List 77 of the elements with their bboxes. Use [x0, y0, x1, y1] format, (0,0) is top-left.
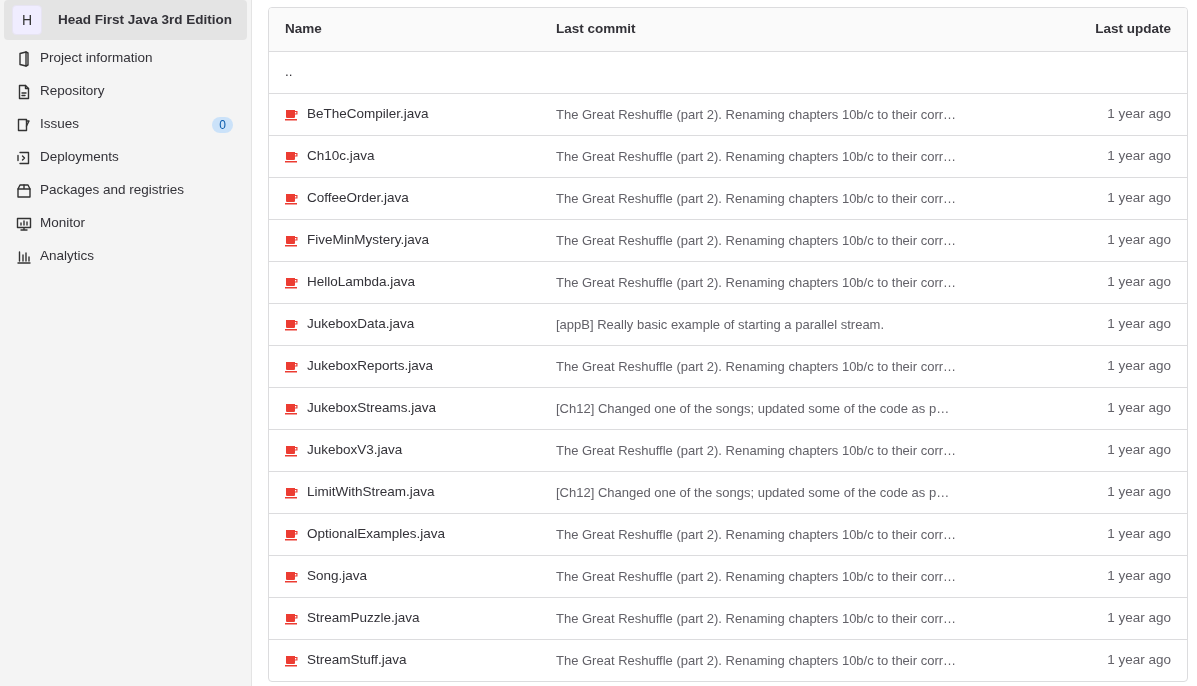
- commit-message-link[interactable]: The Great Reshuffle (part 2). Renaming chapters 10b/c to their corr…: [556, 188, 1021, 209]
- commit-message-link[interactable]: The Great Reshuffle (part 2). Renaming chapters 10b/c to their corr…: [556, 356, 1021, 377]
- coffee-cup-icon: [285, 444, 299, 457]
- file-link[interactable]: JukeboxReports.java: [307, 356, 434, 377]
- file-link[interactable]: StreamPuzzle.java: [307, 608, 420, 629]
- sidebar-link[interactable]: Analytics: [40, 246, 95, 267]
- update-time: 1 year ago: [1106, 315, 1171, 334]
- update-time: 1 year ago: [1106, 399, 1171, 418]
- package-icon: [16, 182, 32, 199]
- coffee-cup-icon: [285, 360, 299, 373]
- sidebar-link[interactable]: Deployments: [40, 147, 119, 168]
- shield-icon: [16, 50, 32, 67]
- commit-message-link[interactable]: [appB] Really basic example of starting a parallel stream.: [556, 314, 1021, 335]
- coffee-cup-icon: [285, 570, 299, 583]
- coffee-cup-icon: [285, 192, 299, 205]
- commit-message-link[interactable]: [Ch12] Changed one of the songs; updated some of the code as p…: [556, 482, 1021, 503]
- parent-directory-link[interactable]: ..: [285, 62, 293, 83]
- coffee-cup-icon: [285, 654, 299, 667]
- sidebar-link[interactable]: Project information: [40, 48, 153, 69]
- coffee-cup-icon: [285, 402, 299, 415]
- sidebar-link[interactable]: Packages and registries: [40, 180, 185, 201]
- commit-message-link[interactable]: The Great Reshuffle (part 2). Renaming chapters 10b/c to their corr…: [556, 146, 1021, 167]
- update-time: 1 year ago: [1106, 147, 1171, 166]
- monitor-icon: [16, 215, 32, 232]
- file-link[interactable]: FiveMinMystery.java: [307, 230, 430, 251]
- commit-message-link[interactable]: The Great Reshuffle (part 2). Renaming chapters 10b/c to their corr…: [556, 104, 1021, 125]
- coffee-cup-icon: [285, 318, 299, 331]
- update-time: 1 year ago: [1106, 357, 1171, 376]
- project-link[interactable]: H Head First Java 3rd Edition: [4, 0, 247, 40]
- coffee-cup-icon: [285, 234, 299, 247]
- chart-icon: [16, 248, 32, 265]
- file-link[interactable]: JukeboxStreams.java: [307, 398, 437, 419]
- column-header: Name: [285, 20, 323, 39]
- file-link[interactable]: CoffeeOrder.java: [307, 188, 409, 209]
- update-time: 1 year ago: [1106, 609, 1171, 628]
- coffee-cup-icon: [285, 528, 299, 541]
- file-link[interactable]: LimitWithStream.java: [307, 482, 435, 503]
- commit-message-link[interactable]: The Great Reshuffle (part 2). Renaming chapters 10b/c to their corr…: [556, 272, 1021, 293]
- file-link[interactable]: HelloLambda.java: [307, 272, 416, 293]
- file-link[interactable]: BeTheCompiler.java: [307, 104, 429, 125]
- sidebar-link[interactable]: Issues: [40, 114, 80, 135]
- commit-message-link[interactable]: The Great Reshuffle (part 2). Renaming chapters 10b/c to their corr…: [556, 230, 1021, 251]
- column-header: Last update: [1094, 20, 1171, 39]
- document-icon: [16, 83, 32, 100]
- update-time: 1 year ago: [1106, 441, 1171, 460]
- project-avatar: H: [12, 5, 42, 35]
- count-badge: 0: [212, 116, 233, 133]
- update-time: 1 year ago: [1106, 189, 1171, 208]
- commit-message-link[interactable]: The Great Reshuffle (part 2). Renaming chapters 10b/c to their corr…: [556, 566, 1021, 587]
- commit-message-link[interactable]: The Great Reshuffle (part 2). Renaming chapters 10b/c to their corr…: [556, 650, 1021, 671]
- file-link[interactable]: JukeboxV3.java: [307, 440, 403, 461]
- update-time: 1 year ago: [1106, 651, 1171, 670]
- coffee-cup-icon: [285, 108, 299, 121]
- file-link[interactable]: Ch10c.java: [307, 146, 375, 167]
- file-link[interactable]: StreamStuff.java: [307, 650, 407, 671]
- coffee-cup-icon: [285, 612, 299, 625]
- update-time: 1 year ago: [1106, 567, 1171, 586]
- commit-message-link[interactable]: [Ch12] Changed one of the songs; updated some of the code as p…: [556, 398, 1021, 419]
- commit-message-link[interactable]: The Great Reshuffle (part 2). Renaming chapters 10b/c to their corr…: [556, 524, 1021, 545]
- update-time: 1 year ago: [1106, 273, 1171, 292]
- sidebar-link[interactable]: Monitor: [40, 213, 85, 234]
- coffee-cup-icon: [285, 150, 299, 163]
- update-time: 1 year ago: [1106, 105, 1171, 124]
- file-link[interactable]: JukeboxData.java: [307, 314, 415, 335]
- update-time: 1 year ago: [1106, 525, 1171, 544]
- file-link[interactable]: Song.java: [307, 566, 368, 587]
- coffee-cup-icon: [285, 486, 299, 499]
- sidebar-link[interactable]: Repository: [40, 81, 105, 102]
- coffee-cup-icon: [285, 276, 299, 289]
- file-link[interactable]: OptionalExamples.java: [307, 524, 446, 545]
- commit-message-link[interactable]: The Great Reshuffle (part 2). Renaming chapters 10b/c to their corr…: [556, 608, 1021, 629]
- update-time: 1 year ago: [1106, 483, 1171, 502]
- deployment-icon: [16, 149, 32, 166]
- commit-message-link[interactable]: The Great Reshuffle (part 2). Renaming chapters 10b/c to their corr…: [556, 440, 1021, 461]
- column-header: Last commit: [556, 20, 637, 39]
- issue-icon: [16, 116, 32, 133]
- update-time: 1 year ago: [1106, 231, 1171, 250]
